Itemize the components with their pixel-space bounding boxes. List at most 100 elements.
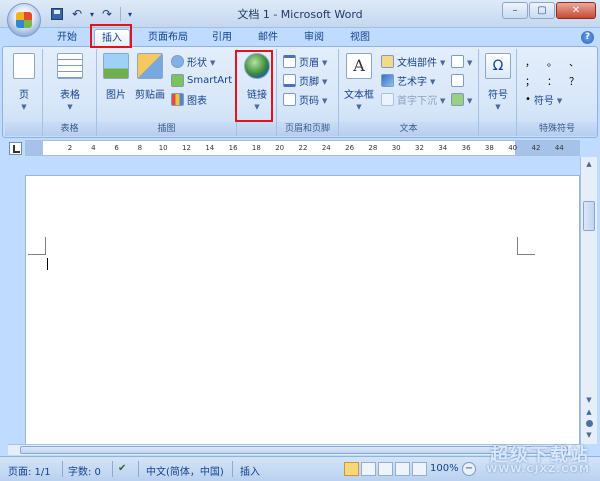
group-label-tables: 表格 xyxy=(43,122,96,136)
ruler-number: 4 xyxy=(91,144,96,152)
shapes-button[interactable]: 形状 ▼ xyxy=(171,53,215,70)
footer-button[interactable]: 页脚 ▼ xyxy=(283,72,327,89)
quick-parts-button[interactable]: 文档部件 ▼ xyxy=(381,53,445,70)
dropcap-icon xyxy=(381,93,394,106)
view-draft-button[interactable] xyxy=(412,462,427,476)
tab-insert[interactable]: 插入 xyxy=(94,29,130,47)
view-outline-button[interactable] xyxy=(395,462,410,476)
scroll-down-arrow[interactable]: ▼ xyxy=(583,395,595,405)
horizontal-ruler[interactable]: 2 4 6 8 10 12 14 16 18 20 22 24 26 28 30 32 34 36 38 40 42 44 xyxy=(25,140,580,156)
chevron-down-icon: ▼ xyxy=(495,103,501,111)
header-icon xyxy=(283,55,296,68)
signature-line-button[interactable]: ▼ xyxy=(451,53,472,70)
status-separator xyxy=(232,461,233,477)
status-word-count[interactable]: 字数: 0 xyxy=(68,463,101,478)
minimize-button[interactable]: – xyxy=(502,2,528,19)
group-illustrations: 图片 剪贴画 形状 ▼ SmartArt 图表 插图 xyxy=(97,49,237,136)
special-symbol-button[interactable]: • 符号 ▼ xyxy=(525,91,562,108)
zoom-out-button[interactable]: − xyxy=(462,462,476,476)
tab-review[interactable]: 审阅 xyxy=(296,29,332,47)
tab-references[interactable]: 引用 xyxy=(204,29,240,47)
ruler-number: 12 xyxy=(182,144,191,152)
ribbon-tabs: 开始 插入 页面布局 引用 邮件 审阅 视图 xyxy=(0,28,600,47)
tab-home[interactable]: 开始 xyxy=(50,29,84,47)
footer-icon xyxy=(283,74,296,87)
wordart-button[interactable]: 艺术字 ▼ xyxy=(381,72,435,89)
char-colon[interactable]: ： xyxy=(547,72,557,89)
browse-object-icon[interactable] xyxy=(586,420,593,427)
close-button[interactable]: ✕ xyxy=(556,2,596,19)
page-number-button[interactable]: 页码 ▼ xyxy=(283,91,327,108)
picture-icon xyxy=(103,53,129,79)
tab-mailings[interactable]: 邮件 xyxy=(250,29,286,47)
ruler-number: 20 xyxy=(275,144,285,152)
status-insert-mode[interactable]: 插入 xyxy=(240,463,260,478)
office-logo-icon xyxy=(16,12,32,28)
bullet-icon: • xyxy=(525,94,531,105)
char-comma[interactable]: ， xyxy=(525,53,535,70)
char-semicolon[interactable]: ； xyxy=(525,72,535,89)
omega-icon: Ω xyxy=(485,53,511,79)
object-icon xyxy=(451,93,464,106)
clipart-button[interactable]: 剪贴画 xyxy=(133,51,167,101)
margin-corner-top-right xyxy=(517,237,535,255)
ruler-number: 40 xyxy=(508,144,518,152)
table-button[interactable]: 表格 ▼ xyxy=(51,51,89,111)
textbox-button[interactable]: A 文本框 ▼ xyxy=(341,51,377,111)
group-pages: 页 ▼ xyxy=(5,49,43,136)
vertical-scroll-thumb[interactable] xyxy=(583,201,595,231)
char-enumeration-comma[interactable]: 、 xyxy=(569,53,579,70)
next-page-icon[interactable]: ▼ xyxy=(583,430,595,440)
smartart-button[interactable]: SmartArt xyxy=(171,72,232,89)
group-label-pages xyxy=(5,122,42,136)
ruler-number: 28 xyxy=(368,144,378,152)
previous-page-icon[interactable]: ▲ xyxy=(583,407,595,417)
group-label-header-footer: 页眉和页脚 xyxy=(277,122,338,136)
group-label-special-symbols: 特殊符号 xyxy=(517,122,597,136)
tab-view[interactable]: 视图 xyxy=(342,29,378,47)
dropcap-button[interactable]: 首字下沉 ▼ xyxy=(381,91,445,108)
scroll-up-arrow[interactable]: ▲ xyxy=(583,159,595,169)
chevron-down-icon: ▼ xyxy=(556,96,563,105)
link-button[interactable]: 链接 ▼ xyxy=(243,51,271,111)
quick-parts-icon xyxy=(381,55,394,68)
view-print-layout-button[interactable] xyxy=(344,462,359,476)
ruler-number: 44 xyxy=(554,144,564,152)
header-button[interactable]: 页眉 ▼ xyxy=(283,53,327,70)
zoom-level[interactable]: 100% xyxy=(430,463,459,474)
help-icon[interactable]: ? xyxy=(581,31,594,44)
document-page[interactable] xyxy=(25,175,580,445)
group-tables: 表格 ▼ 表格 xyxy=(43,49,97,136)
view-full-screen-button[interactable] xyxy=(361,462,376,476)
spelling-check-icon[interactable]: ✔ xyxy=(118,463,126,474)
insert-object-button[interactable]: ▼ xyxy=(451,91,472,108)
office-button[interactable] xyxy=(7,3,41,37)
page-button[interactable]: 页 ▼ xyxy=(9,51,39,111)
ruler-number: 34 xyxy=(438,144,448,152)
group-label-symbols xyxy=(479,122,516,136)
status-language[interactable]: 中文(简体，中国) xyxy=(146,463,224,478)
symbol-button[interactable]: Ω 符号 ▼ xyxy=(483,51,513,111)
chart-button[interactable]: 图表 xyxy=(171,91,207,108)
window-controls: – ▢ ✕ xyxy=(502,2,596,19)
smartart-icon xyxy=(171,74,184,87)
chevron-down-icon: ▼ xyxy=(430,77,436,86)
ruler-number: 24 xyxy=(321,144,331,152)
text-cursor xyxy=(47,258,48,270)
char-question[interactable]: ？ xyxy=(569,72,579,89)
group-text: A 文本框 ▼ 文档部件 ▼ 艺术字 ▼ 首字下沉 ▼ ▼ ▼ 文本 xyxy=(339,49,479,136)
status-page[interactable]: 页面: 1/1 xyxy=(8,463,51,478)
view-web-layout-button[interactable] xyxy=(378,462,393,476)
ruler-number: 18 xyxy=(251,144,261,152)
margin-corner-top-left xyxy=(28,237,46,255)
ruler-tab-selector[interactable] xyxy=(9,142,22,155)
picture-button[interactable]: 图片 xyxy=(101,51,131,101)
vertical-scrollbar[interactable]: ▲ ▼ ▲ ▼ xyxy=(580,157,597,444)
ruler-left-margin xyxy=(25,141,43,155)
tab-page-layout[interactable]: 页面布局 xyxy=(140,29,196,47)
date-time-button[interactable] xyxy=(451,72,464,89)
char-period[interactable]: 。 xyxy=(547,53,557,70)
chevron-down-icon: ▼ xyxy=(467,58,473,67)
maximize-button[interactable]: ▢ xyxy=(529,2,555,19)
ruler-number: 10 xyxy=(158,144,168,152)
